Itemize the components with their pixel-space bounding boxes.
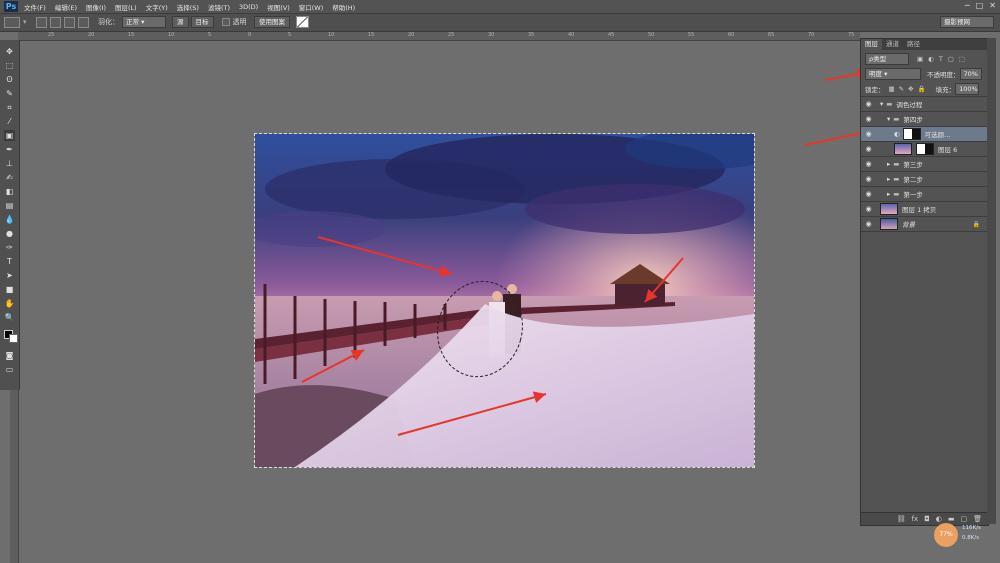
chevron-down-icon[interactable]: ▾ [880,100,883,108]
net-percent-badge[interactable]: 77% [934,523,958,547]
layer-name: 图层 1 拷贝 [902,206,937,214]
chevron-right-icon[interactable]: ▸ [887,160,890,168]
visibility-eye-icon[interactable]: ◉ [864,115,873,123]
chevron-down-icon[interactable]: ▾ [887,115,890,123]
blend-row: 明度 ▾ 不透明度： 70% [861,67,988,81]
annotation-arrows [301,68,886,436]
tab-channels[interactable]: 通道 [882,39,903,50]
opacity-input[interactable]: 70% [959,68,982,80]
layer-row[interactable]: ◉ ▸ ▬ 第二步 [861,172,988,187]
layer-row[interactable]: ◉ 背景 🔒 [861,217,988,232]
arrow-gazebo [644,257,684,303]
visibility-eye-icon[interactable]: ◉ [864,130,873,138]
visibility-eye-icon[interactable]: ◉ [864,175,873,183]
tab-paths[interactable]: 路径 [903,39,924,50]
network-speed-widget: 77% 116K/s 0.8K/s [934,521,998,549]
fx-icon[interactable]: fx [912,515,919,523]
lock-icon: 🔒 [972,220,980,228]
folder-icon: ▬ [893,190,900,198]
layer-name: 图层 6 [938,146,958,154]
layer-name: 调色过程 [896,101,923,109]
visibility-eye-icon[interactable]: ◉ [864,205,873,213]
layer-row[interactable]: ◉ 图层 1 拷贝 [861,202,988,217]
layer-name: 第四步 [903,116,923,124]
blend-mode-value: 明度 [869,70,882,78]
layer-row[interactable]: ◉ ▾ ▬ 第四步 [861,112,988,127]
layer-filter-row: ρ类型 ▣◐T▢⬚ [861,52,988,66]
layer-name: 第二步 [903,176,923,184]
arrow-veil [397,391,547,436]
layer-thumbnail [880,218,898,230]
fill-label: 填充： [935,86,956,94]
blend-mode-dropdown[interactable]: 明度 ▾ [865,68,921,80]
kind-label: ρ类型 [869,55,887,63]
chevron-right-icon[interactable]: ▸ [887,175,890,183]
layer-row[interactable]: ◉ ◐ 可选颜... [861,127,988,142]
folder-icon: ▬ [893,160,900,168]
layer-mask-thumbnail [916,143,934,155]
net-download: 0.8K/s [962,535,980,541]
layer-row[interactable]: ◉ ▸ ▬ 第三步 [861,157,988,172]
layer-name: 第三步 [903,161,923,169]
layers-panel: 图层 通道 路径 ρ类型 ▣◐T▢⬚ 明度 ▾ 不透明度： 70% 锁定： ▦✎… [860,38,989,526]
lock-row: 锁定： ▦✎✥🔒 填充： 100% [861,82,988,97]
layer-name: 背景 [902,221,915,229]
folder-icon: ▬ [886,100,893,108]
panel-tabs: 图层 通道 路径 [861,39,988,50]
layer-name: 第一步 [903,191,923,199]
opacity-label: 不透明度： [927,71,960,79]
arrow-sky [317,236,453,277]
adjustment-icon: ◐ [894,130,900,138]
visibility-eye-icon[interactable]: ◉ [864,145,873,153]
visibility-eye-icon[interactable]: ◉ [864,100,873,108]
net-upload: 116K/s [962,525,981,531]
folder-icon: ▬ [893,115,900,123]
filter-icons[interactable]: ▣◐T▢⬚ [917,55,970,63]
visibility-eye-icon[interactable]: ◉ [864,220,873,228]
lock-icons[interactable]: ▦✎✥🔒 [889,85,930,93]
layer-row[interactable]: ◉ ▸ ▬ 第一步 [861,187,988,202]
layer-row[interactable]: ◉ ▾ ▬ 调色过程 [861,97,988,112]
link-icon[interactable]: ⛓ [897,515,906,523]
lock-label: 锁定： [865,86,885,94]
layer-name: 可选颜... [924,131,951,139]
visibility-eye-icon[interactable]: ◉ [864,190,873,198]
layer-thumbnail [894,143,912,155]
panel-scrollbar[interactable] [987,38,996,524]
folder-icon: ▬ [893,175,900,183]
chevron-right-icon[interactable]: ▸ [887,190,890,198]
fill-input[interactable]: 100% [955,83,980,95]
layer-thumbnail [902,128,921,140]
visibility-eye-icon[interactable]: ◉ [864,160,873,168]
layer-row[interactable]: ◉ 图层 6 [861,142,988,157]
layer-kind-dropdown[interactable]: ρ类型 [865,53,909,65]
layer-thumbnail [880,203,898,215]
tab-layers[interactable]: 图层 [861,39,882,50]
arrow-pier [301,349,365,383]
mask-icon[interactable]: ◘ [924,515,930,523]
